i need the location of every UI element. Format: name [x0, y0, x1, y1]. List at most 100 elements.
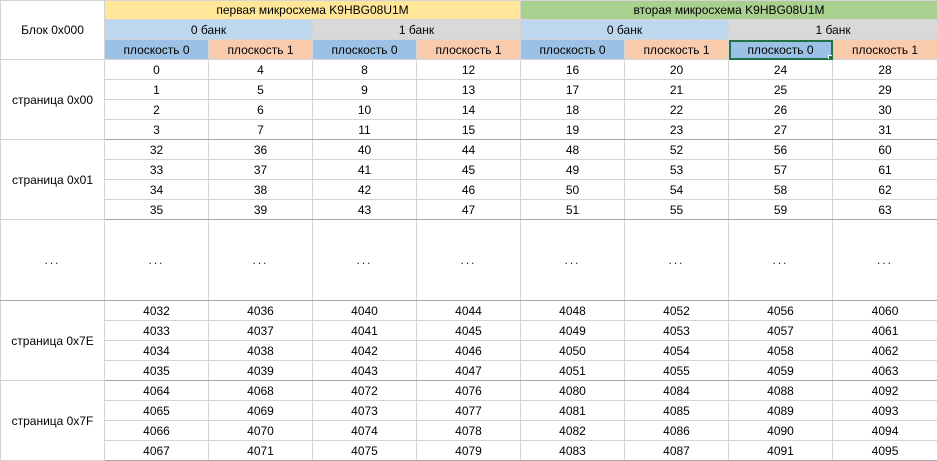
ellipsis-cell[interactable]: ... [416, 219, 521, 301]
data-cell[interactable]: 18 [520, 99, 625, 120]
data-cell[interactable]: 4088 [728, 380, 833, 401]
data-cell[interactable]: 4089 [728, 400, 833, 421]
data-cell[interactable]: 21 [624, 79, 729, 100]
data-cell[interactable]: 4090 [728, 420, 833, 441]
data-cell[interactable]: 30 [831, 99, 937, 120]
data-cell[interactable]: 11 [312, 119, 417, 140]
data-cell[interactable]: 4049 [520, 320, 625, 341]
data-cell[interactable]: 4050 [520, 340, 625, 361]
data-cell[interactable]: 4062 [831, 340, 937, 361]
data-cell[interactable]: 33 [104, 159, 209, 180]
data-cell[interactable]: 4068 [208, 380, 313, 401]
data-cell[interactable]: 4065 [104, 400, 209, 421]
plane-header[interactable]: плоскость 0 [104, 39, 209, 60]
data-cell[interactable]: 4073 [312, 400, 417, 421]
data-cell[interactable]: 4033 [104, 320, 209, 341]
data-cell[interactable]: 39 [208, 199, 313, 220]
ellipsis-cell[interactable]: ... [520, 219, 625, 301]
data-cell[interactable]: 4063 [831, 360, 937, 381]
data-cell[interactable]: 29 [831, 79, 937, 100]
ellipsis-cell[interactable]: ... [312, 219, 417, 301]
data-cell[interactable]: 13 [416, 79, 521, 100]
data-cell[interactable]: 4083 [520, 440, 625, 461]
data-cell[interactable]: 4035 [104, 360, 209, 381]
corner-cell[interactable]: Блок 0x000 [0, 0, 105, 60]
data-cell[interactable]: 42 [312, 179, 417, 200]
data-cell[interactable]: 4093 [831, 400, 937, 421]
plane-header[interactable]: плоскость 1 [624, 39, 729, 60]
data-cell[interactable]: 31 [831, 119, 937, 140]
data-cell[interactable]: 41 [312, 159, 417, 180]
data-cell[interactable]: 4084 [624, 380, 729, 401]
data-cell[interactable]: 59 [728, 199, 833, 220]
data-cell[interactable]: 46 [416, 179, 521, 200]
bank-header[interactable]: 0 банк [520, 19, 729, 40]
data-cell[interactable]: 60 [831, 139, 937, 160]
data-cell[interactable]: 4055 [624, 360, 729, 381]
data-cell[interactable]: 4064 [104, 380, 209, 401]
data-cell[interactable]: 4048 [520, 300, 625, 321]
data-cell[interactable]: 10 [312, 99, 417, 120]
data-cell[interactable]: 4072 [312, 380, 417, 401]
data-cell[interactable]: 27 [728, 119, 833, 140]
data-cell[interactable]: 12 [416, 59, 521, 80]
data-cell[interactable]: 47 [416, 199, 521, 220]
data-cell[interactable]: 45 [416, 159, 521, 180]
data-cell[interactable]: 55 [624, 199, 729, 220]
data-cell[interactable]: 4079 [416, 440, 521, 461]
data-cell[interactable]: 43 [312, 199, 417, 220]
data-cell[interactable]: 17 [520, 79, 625, 100]
data-cell[interactable]: 4039 [208, 360, 313, 381]
data-cell[interactable]: 4045 [416, 320, 521, 341]
data-cell[interactable]: 5 [208, 79, 313, 100]
data-cell[interactable]: 4082 [520, 420, 625, 441]
data-cell[interactable]: 14 [416, 99, 521, 120]
data-cell[interactable]: 4077 [416, 400, 521, 421]
data-cell[interactable]: 4040 [312, 300, 417, 321]
data-cell[interactable]: 4056 [728, 300, 833, 321]
data-cell[interactable]: 6 [208, 99, 313, 120]
data-cell[interactable]: 54 [624, 179, 729, 200]
data-cell[interactable]: 4095 [831, 440, 937, 461]
page-label-cell[interactable]: страница 0x01 [0, 139, 105, 220]
data-cell[interactable]: 4071 [208, 440, 313, 461]
data-cell[interactable]: 8 [312, 59, 417, 80]
bank-header[interactable]: 1 банк [727, 19, 937, 40]
data-cell[interactable]: 58 [728, 179, 833, 200]
data-cell[interactable]: 62 [831, 179, 937, 200]
bank-header[interactable]: 1 банк [312, 19, 521, 40]
data-cell[interactable]: 4069 [208, 400, 313, 421]
data-cell[interactable]: 16 [520, 59, 625, 80]
data-cell[interactable]: 4094 [831, 420, 937, 441]
data-cell[interactable]: 4042 [312, 340, 417, 361]
data-cell[interactable]: 53 [624, 159, 729, 180]
data-cell[interactable]: 61 [831, 159, 937, 180]
data-cell[interactable]: 4066 [104, 420, 209, 441]
data-cell[interactable]: 37 [208, 159, 313, 180]
data-cell[interactable]: 4041 [312, 320, 417, 341]
data-cell[interactable]: 4086 [624, 420, 729, 441]
data-cell[interactable]: 4057 [728, 320, 833, 341]
data-cell[interactable]: 4044 [416, 300, 521, 321]
data-cell[interactable]: 20 [624, 59, 729, 80]
data-cell[interactable]: 4060 [831, 300, 937, 321]
data-cell[interactable]: 34 [104, 179, 209, 200]
page-label-cell[interactable]: страница 0x00 [0, 59, 105, 140]
data-cell[interactable]: 4046 [416, 340, 521, 361]
bank-header[interactable]: 0 банк [104, 19, 313, 40]
page-label-cell[interactable]: страница 0x7F [0, 380, 105, 461]
data-cell[interactable]: 4081 [520, 400, 625, 421]
data-cell[interactable]: 4076 [416, 380, 521, 401]
data-cell[interactable]: 4092 [831, 380, 937, 401]
data-cell[interactable]: 3 [104, 119, 209, 140]
plane-header[interactable]: плоскость 1 [208, 39, 313, 60]
data-cell[interactable]: 15 [416, 119, 521, 140]
data-cell[interactable]: 51 [520, 199, 625, 220]
data-cell[interactable]: 4052 [624, 300, 729, 321]
data-cell[interactable]: 28 [831, 59, 937, 80]
data-cell[interactable]: 4034 [104, 340, 209, 361]
data-cell[interactable]: 7 [208, 119, 313, 140]
data-cell[interactable]: 56 [728, 139, 833, 160]
data-cell[interactable]: 4036 [208, 300, 313, 321]
data-cell[interactable]: 4078 [416, 420, 521, 441]
